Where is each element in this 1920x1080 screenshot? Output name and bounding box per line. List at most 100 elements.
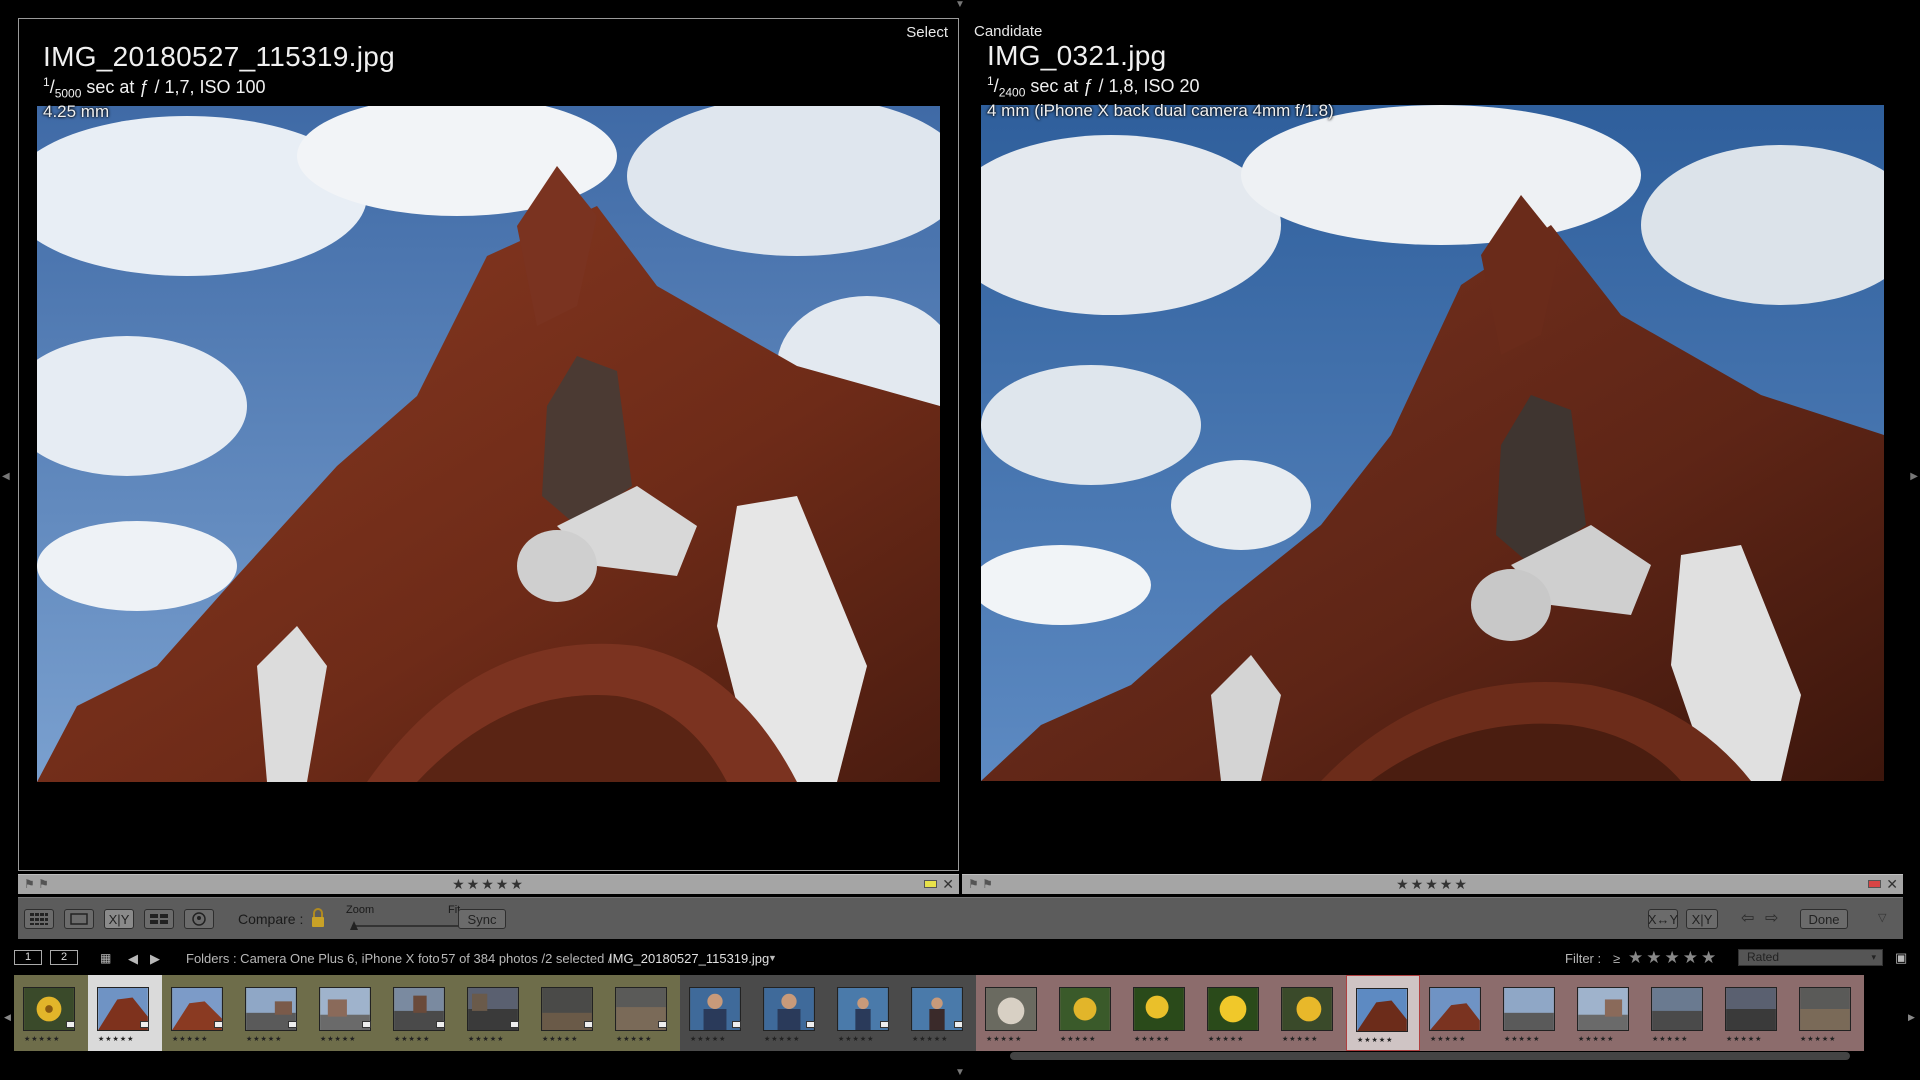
compare-view-button[interactable]: X|Y xyxy=(104,909,134,929)
select-tag: Select xyxy=(906,24,948,41)
filmstrip-cell[interactable]: ★★★★★ xyxy=(606,975,680,1051)
select-flag-icons[interactable]: ⚑ ⚑ xyxy=(24,877,49,891)
filmstrip-cell[interactable]: ★★★★★ xyxy=(532,975,606,1051)
filmstrip-cell[interactable]: ★★★★★ xyxy=(828,975,902,1051)
toolbar-menu-chevron-icon[interactable]: ▽ xyxy=(1878,911,1886,924)
filter-operator[interactable]: ≥ xyxy=(1613,951,1620,966)
zoom-label: Zoom xyxy=(346,904,375,916)
filmstrip-cell[interactable]: ★★★★★ xyxy=(1790,975,1864,1051)
candidate-exposure: 1/2400 sec at ƒ / 1,8, ISO 20 xyxy=(987,74,1200,100)
photo-count: 57 of 384 photos /2 selected / xyxy=(441,951,612,966)
filmstrip-cell[interactable]: ★★★★★ xyxy=(384,975,458,1051)
filmstrip-scroll-left-icon[interactable]: ◀ xyxy=(4,1012,11,1023)
zoom-slider-track[interactable] xyxy=(352,925,462,927)
forward-arrow-icon[interactable]: ▶ xyxy=(150,951,160,967)
filter-preset-select[interactable]: Rated ▾ xyxy=(1738,949,1883,966)
compare-label: Compare : xyxy=(238,911,304,927)
thumbnail-stars: ★★★★★ xyxy=(98,1036,135,1043)
loupe-view-icon[interactable] xyxy=(64,909,94,929)
candidate-photo[interactable] xyxy=(981,105,1884,781)
filmstrip-cell[interactable]: ★★★★★ xyxy=(902,975,976,1051)
right-panel-toggle-icon[interactable]: ▶ xyxy=(1910,472,1918,482)
filmstrip-cell[interactable]: ★★★★★ xyxy=(976,975,1050,1051)
thumbnail-stars: ★★★★★ xyxy=(616,1036,653,1043)
thumbnail-stars: ★★★★★ xyxy=(1208,1036,1245,1043)
thumbnail-church xyxy=(1429,987,1481,1031)
candidate-tag: Candidate xyxy=(974,23,1043,40)
back-arrow-icon[interactable]: ◀ xyxy=(128,951,138,967)
filmstrip-cell[interactable]: ★★★★★ xyxy=(1198,975,1272,1051)
filmstrip-cell[interactable]: ★★★★★ xyxy=(458,975,532,1051)
thumbnail-stars: ★★★★★ xyxy=(24,1036,61,1043)
source-path[interactable]: Folders : Camera One Plus 6, iPhone X fo… xyxy=(186,951,440,966)
current-filename[interactable]: IMG_20180527_115319.jpg xyxy=(609,951,769,966)
select-color-label[interactable] xyxy=(924,880,937,888)
select-info-overlay: IMG_20180527_115319.jpg 1/5000 sec at ƒ … xyxy=(43,41,395,122)
thumbnail-street xyxy=(1503,987,1555,1031)
thumbnail-stars: ★★★★★ xyxy=(246,1036,283,1043)
thumbnail-badge-icon xyxy=(66,1021,75,1028)
next-arrow-icon[interactable]: ⇨ xyxy=(1765,908,1778,928)
swap-button[interactable]: X↔Y xyxy=(1648,909,1678,929)
filmstrip-cell[interactable]: ★★★★★ xyxy=(1568,975,1642,1051)
filmstrip-cell-selected[interactable]: ★★★★★ xyxy=(88,975,162,1051)
thumbnail-stars: ★★★★★ xyxy=(986,1036,1023,1043)
previous-arrow-icon[interactable]: ⇦ xyxy=(1741,908,1754,928)
filmstrip-cell[interactable]: ★★★★★ xyxy=(236,975,310,1051)
candidate-flag-icons[interactable]: ⚑ ⚑ xyxy=(968,877,993,891)
select-pane[interactable]: Select IMG_20180527_115319.jpg 1/5000 se… xyxy=(18,18,959,871)
filmstrip-scroll-right-icon[interactable]: ▶ xyxy=(1908,1012,1915,1023)
filter-select-chevron-icon: ▾ xyxy=(1871,952,1876,962)
filmstrip-cell[interactable]: ★★★★★ xyxy=(1050,975,1124,1051)
thumbnail-stars: ★★★★★ xyxy=(1652,1036,1689,1043)
thumbnail-street xyxy=(1577,987,1629,1031)
thumbnail-badge-icon xyxy=(140,1021,149,1028)
candidate-close-icon[interactable]: ✕ xyxy=(1886,876,1898,893)
candidate-color-label[interactable] xyxy=(1868,880,1881,888)
top-panel-toggle-icon[interactable]: ▼ xyxy=(955,0,965,10)
select-photo[interactable] xyxy=(37,106,940,782)
candidate-pane[interactable]: Candidate IMG_0321.jpg 1/2400 sec at ƒ /… xyxy=(960,18,1901,871)
candidate-rating-stars[interactable]: ★★★★★ xyxy=(1396,876,1469,893)
filmstrip-cell[interactable]: ★★★★★ xyxy=(1642,975,1716,1051)
left-panel-toggle-icon[interactable]: ◀ xyxy=(2,472,10,482)
thumbnail-ruin xyxy=(1799,987,1851,1031)
filmstrip-cell[interactable]: ★★★★★ xyxy=(1272,975,1346,1051)
filmstrip-scrollbar[interactable] xyxy=(1010,1052,1850,1060)
thumbnail-stars: ★★★★★ xyxy=(838,1036,875,1043)
bottom-panel-toggle-icon[interactable]: ▼ xyxy=(955,1068,965,1078)
monitor-2-button[interactable]: 2 xyxy=(50,950,78,965)
thumbnail-stars: ★★★★★ xyxy=(1134,1036,1171,1043)
done-button[interactable]: Done xyxy=(1800,909,1848,929)
filmstrip-cell[interactable]: ★★★★★ xyxy=(680,975,754,1051)
filmstrip-cell[interactable]: ★★★★★ xyxy=(14,975,88,1051)
people-view-icon[interactable] xyxy=(184,909,214,929)
filmstrip-cell[interactable]: ★★★★★ xyxy=(1124,975,1198,1051)
filter-rating-stars[interactable]: ★★★★★ xyxy=(1628,948,1719,968)
filter-lock-icon[interactable]: ▣ xyxy=(1895,950,1907,966)
survey-view-icon[interactable] xyxy=(144,909,174,929)
grid-icon[interactable]: ▦ xyxy=(100,951,111,965)
thumbnail-church xyxy=(1356,988,1408,1032)
thumbnail-stars: ★★★★★ xyxy=(764,1036,801,1043)
lock-icon[interactable] xyxy=(311,907,325,929)
make-select-button[interactable]: X|Y xyxy=(1686,909,1718,929)
thumbnail-street xyxy=(1725,987,1777,1031)
filmstrip-cell[interactable]: ★★★★★ xyxy=(1420,975,1494,1051)
thumbnail-stars: ★★★★★ xyxy=(172,1036,209,1043)
filmstrip-cell[interactable]: ★★★★★ xyxy=(1716,975,1790,1051)
sync-button[interactable]: Sync xyxy=(458,909,506,929)
filmstrip-cell[interactable]: ★★★★★ xyxy=(310,975,384,1051)
select-close-icon[interactable]: ✕ xyxy=(942,876,954,893)
filmstrip-cell[interactable]: ★★★★★ xyxy=(754,975,828,1051)
select-rating-stars[interactable]: ★★★★★ xyxy=(452,876,525,893)
filmstrip-cell[interactable]: ★★★★★ xyxy=(162,975,236,1051)
thumbnail-stars: ★★★★★ xyxy=(1800,1036,1837,1043)
grid-view-icon[interactable] xyxy=(24,909,54,929)
filmstrip-cell-candidate[interactable]: ★★★★★ xyxy=(1346,975,1420,1051)
thumbnail-badge-icon xyxy=(362,1021,371,1028)
thumbnail-badge-icon xyxy=(214,1021,223,1028)
filmstrip-cell[interactable]: ★★★★★ xyxy=(1494,975,1568,1051)
monitor-1-button[interactable]: 1 xyxy=(14,950,42,965)
filename-dropdown-icon[interactable]: ▼ xyxy=(768,953,777,963)
